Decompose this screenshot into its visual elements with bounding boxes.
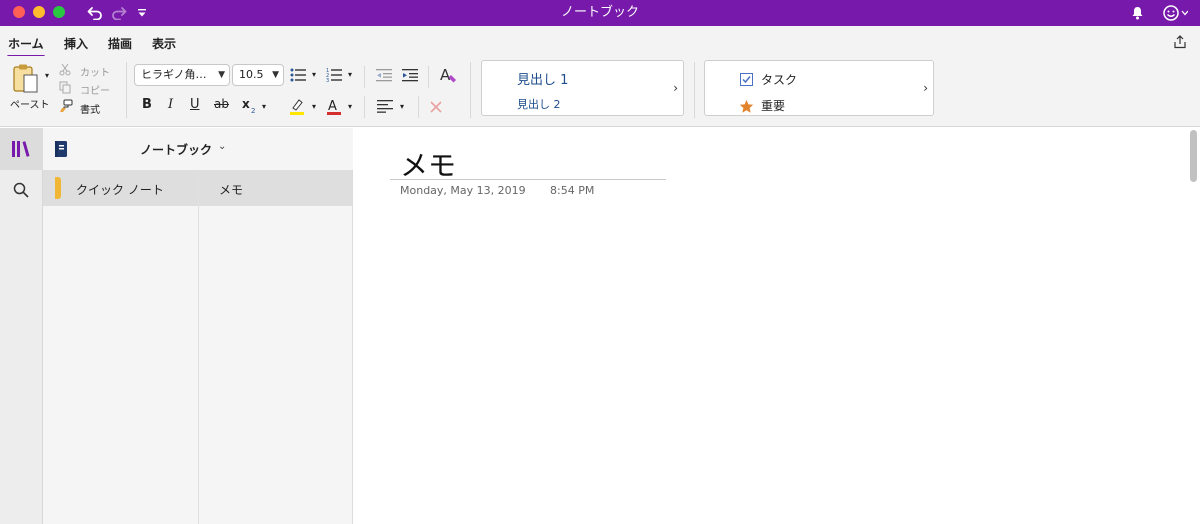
subscript-icon[interactable]: x2 [240,96,260,114]
section-item[interactable]: クイック ノート [43,170,198,206]
notebook-icon[interactable] [52,139,70,159]
page-list: メモ [199,170,353,524]
feedback-smiley-icon[interactable] [1160,0,1190,26]
font-color-options-chevron-icon[interactable]: ▾ [345,100,355,112]
bold-button[interactable]: B [142,97,152,112]
svg-text:A: A [328,99,337,114]
note-time: 8:54 PM [550,184,595,197]
font-family-value: ヒラギノ角… [141,68,207,81]
style-heading-2[interactable]: 見出し 2 [517,96,561,112]
delete-icon[interactable] [427,98,445,116]
ribbon-separator [470,62,471,118]
bullet-list-icon[interactable] [289,66,307,84]
page-label: メモ [219,183,244,197]
share-icon[interactable] [1170,34,1190,50]
svg-text:2: 2 [251,107,255,114]
tab-home[interactable]: ホーム [7,35,45,58]
svg-text:A: A [440,66,451,84]
tag-important[interactable]: 重要 [761,97,785,114]
chevron-down-icon: ▼ [272,70,279,80]
svg-text:x: x [242,97,250,111]
ribbon-separator [418,96,419,118]
note-title[interactable]: メモ [400,144,456,184]
tag-todo[interactable]: タスク [761,71,797,88]
format-painter-icon[interactable] [58,98,74,114]
notebook-header: ノートブック ⌄ [43,128,353,170]
note-date: Monday, May 13, 2019 [400,184,526,197]
numbering-options-chevron-icon[interactable]: ▾ [345,68,355,80]
undo-icon[interactable] [84,0,106,26]
minimize-window-button[interactable] [33,6,45,18]
alignment-options-chevron-icon[interactable]: ▾ [397,100,407,112]
cut-label: カット [80,68,110,79]
clear-formatting-icon[interactable]: A [438,64,460,86]
highlight-color-icon[interactable] [288,96,306,116]
title-underline [390,179,666,180]
font-size-select[interactable]: 10.5 ▼ [232,64,284,86]
tags-gallery: タスク 重要 › [704,60,934,116]
font-color-icon[interactable]: A [325,96,343,116]
ribbon-separator [364,66,365,88]
ribbon-tabs: ホーム 挿入 描画 表示 [0,26,1200,58]
vertical-scrollbar[interactable] [1190,130,1197,182]
clipboard-icon[interactable] [10,62,42,96]
numbered-list-icon[interactable]: 123 [325,66,343,84]
tab-draw[interactable]: 描画 [108,35,132,52]
note-canvas[interactable]: メモ Monday, May 13, 2019 8:54 PM [354,128,1200,524]
section-color-tab [55,177,61,199]
paragraph-alignment-icon[interactable] [376,98,394,114]
strikethrough-button[interactable]: ab [214,97,229,111]
section-label: クイック ノート [76,183,164,197]
chevron-right-icon[interactable]: › [673,81,678,95]
subscript-options-chevron-icon[interactable]: ▾ [259,100,269,112]
italic-button[interactable]: I [168,97,173,112]
page-item[interactable]: メモ [199,170,352,206]
chevron-right-icon[interactable]: › [923,81,928,95]
highlight-options-chevron-icon[interactable]: ▾ [309,100,319,112]
chevron-down-icon: ▼ [218,70,225,80]
close-window-button[interactable] [13,6,25,18]
tab-insert[interactable]: 挿入 [64,35,88,52]
underline-button[interactable]: U [190,97,200,112]
tab-view[interactable]: 表示 [152,35,176,52]
paste-options-chevron-icon[interactable]: ▾ [43,70,51,80]
paste-button-label[interactable]: ペースト [10,96,50,111]
format-painter-label[interactable]: 書式 [80,101,100,116]
window-title: ノートブック [560,5,639,20]
redo-icon[interactable] [108,0,130,26]
search-icon[interactable] [10,180,32,200]
ribbon-separator [364,96,365,118]
decrease-indent-icon[interactable] [375,66,393,84]
notebook-name[interactable]: ノートブック [140,141,212,158]
ribbon-separator [694,62,695,118]
section-list: クイック ノート [43,170,199,524]
style-heading-1[interactable]: 見出し 1 [517,69,568,88]
checkbox-icon[interactable] [739,72,753,86]
notebooks-library-icon[interactable] [10,139,32,159]
ribbon-separator [428,66,429,88]
title-bar: ノートブック [0,0,1200,26]
navigation-rail [0,128,43,524]
styles-gallery: 見出し 1 見出し 2 › [481,60,684,116]
increase-indent-icon[interactable] [401,66,419,84]
copy-label: コピー [80,86,110,97]
notebook-chevron-down-icon[interactable]: ⌄ [218,141,226,152]
zoom-window-button[interactable] [53,6,65,18]
font-size-value: 10.5 [239,68,264,81]
font-family-select[interactable]: ヒラギノ角… ▼ [134,64,230,86]
ribbon: ▾ ペースト カット コピー 書式 ヒラギノ角… ▼ 10.5 ▼ ▾ 123 … [0,56,1200,127]
copy-icon[interactable] [58,80,72,94]
notification-bell-icon[interactable] [1128,0,1146,26]
svg-text:3: 3 [326,78,329,82]
customize-toolbar-icon[interactable] [134,0,150,26]
ribbon-separator [126,62,127,118]
star-icon[interactable] [738,98,754,114]
scissors-icon[interactable] [58,62,72,76]
bullet-options-chevron-icon[interactable]: ▾ [309,68,319,80]
